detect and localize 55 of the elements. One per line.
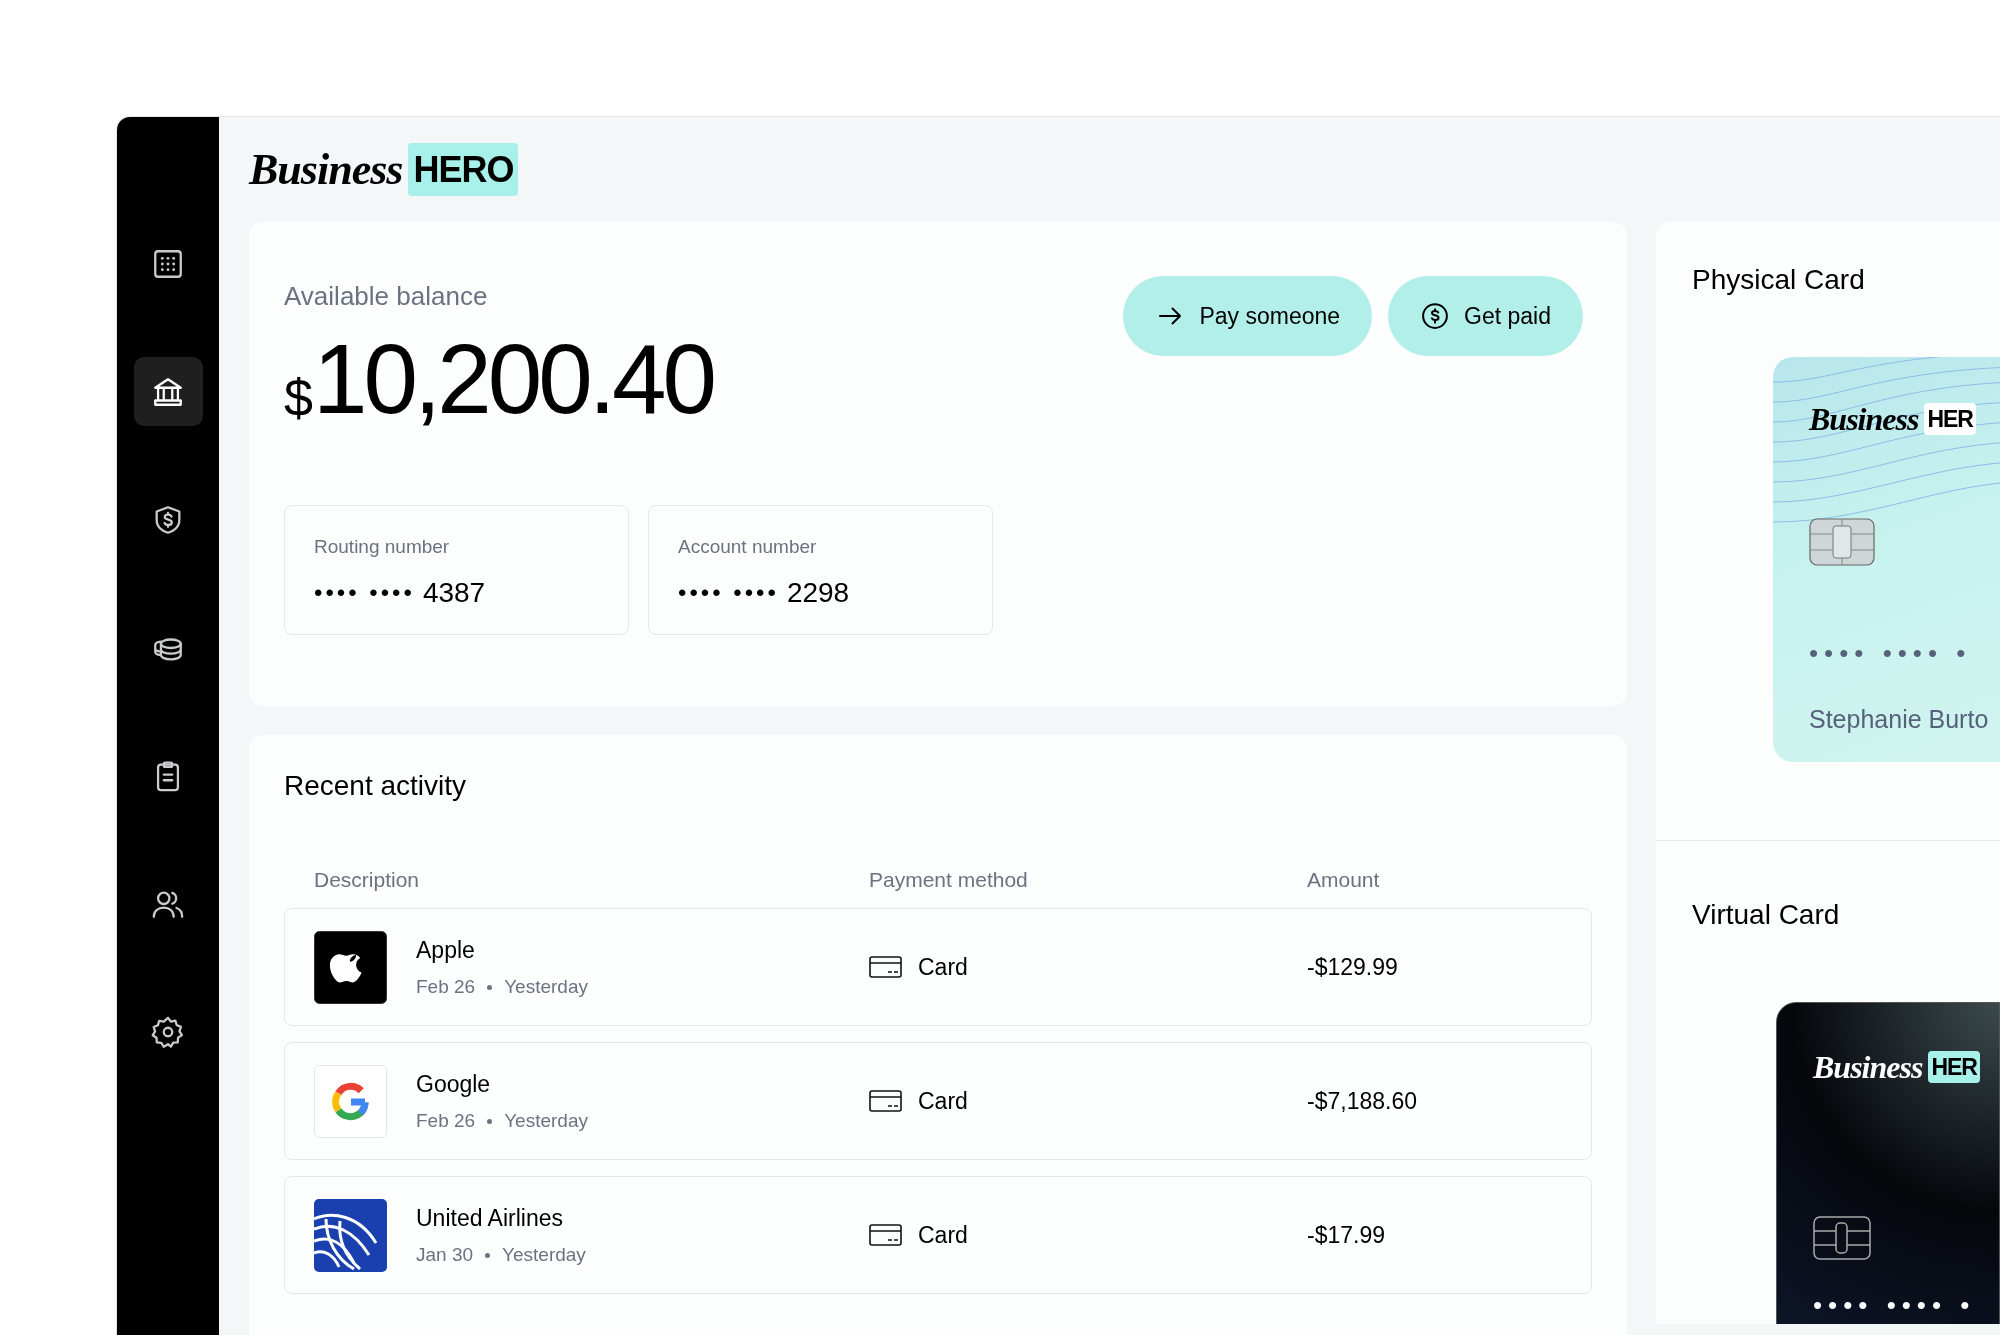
last-digits: 2298 — [786, 575, 850, 610]
transaction-amount: -$17.99 — [1307, 1221, 1385, 1248]
settings-icon — [151, 1014, 185, 1049]
payment-method: Card — [918, 1220, 968, 1250]
section-title: Recent activity — [284, 769, 468, 803]
logo-script: Business — [1813, 1048, 1923, 1087]
section-title: Virtual Card — [1692, 898, 1841, 932]
masked-card-number: •••• •••• • — [1809, 637, 1973, 670]
payment-method: Card — [918, 1086, 968, 1116]
transaction-row[interactable]: United Airlines Jan 30 Yesterday Card -$17.99 — [284, 1176, 1592, 1294]
column-header: Payment method — [869, 868, 1028, 892]
card-icon — [869, 1089, 902, 1113]
merchant-name: Apple — [416, 935, 476, 965]
card-icon — [869, 955, 902, 979]
globe-logo-icon — [314, 1198, 387, 1272]
google-logo-icon — [314, 1064, 387, 1138]
account-label: Routing number — [314, 535, 451, 559]
relative-date: Yesterday — [504, 975, 588, 999]
masked-digits: •••• •••• — [678, 577, 779, 608]
column-header: Amount — [1307, 868, 1380, 892]
relative-date: Yesterday — [502, 1243, 586, 1267]
merchant-name: United Airlines — [416, 1203, 565, 1233]
cardholder-name: Stephanie Burto — [1809, 704, 1990, 735]
logo-script: Business — [249, 143, 403, 196]
section-title: Physical Card — [1692, 263, 1866, 297]
relative-date: Yesterday — [504, 1109, 588, 1133]
logo-script: Business — [1809, 400, 1919, 439]
get-paid-button[interactable]: Get paid — [1388, 276, 1583, 356]
transaction-amount: -$129.99 — [1307, 953, 1398, 980]
logo-badge: HER — [1924, 402, 1976, 436]
transaction-date: Feb 26 — [416, 1109, 476, 1133]
sidebar-item[interactable] — [133, 357, 203, 426]
masked-digits: •••• •••• — [314, 577, 415, 608]
last-digits: 4387 — [422, 575, 486, 610]
logo-badge: HER — [1928, 1050, 1980, 1084]
apple-logo-icon — [314, 930, 387, 1004]
transaction-date: Jan 30 — [416, 1243, 474, 1267]
chip-icon — [1813, 1216, 1871, 1260]
transaction-date: Feb 26 — [416, 975, 476, 999]
merchant-name: Google — [416, 1069, 492, 1099]
transaction-row[interactable]: Google Feb 26 Yesterday Card -$7,188.60 — [284, 1042, 1592, 1160]
currency-sign: $ — [284, 372, 313, 424]
balance-amount: 10,200.40 — [312, 330, 713, 428]
balance-label: Available balance — [284, 280, 488, 313]
transaction-row[interactable]: Apple Feb 26 Yesterday Card -$129.99 — [284, 908, 1592, 1026]
logo-badge: HERO — [408, 143, 519, 196]
masked-card-number: •••• •••• • — [1813, 1289, 1977, 1322]
column-header: Description — [314, 868, 420, 892]
dollar-circle-icon — [1420, 301, 1451, 331]
account-label: Account number — [678, 535, 818, 559]
transaction-amount: -$7,188.60 — [1307, 1087, 1417, 1114]
chip-icon — [1809, 518, 1875, 566]
payment-method: Card — [918, 952, 968, 982]
card-icon — [869, 1223, 902, 1247]
pay-someone-button[interactable]: Pay someone — [1123, 276, 1373, 356]
